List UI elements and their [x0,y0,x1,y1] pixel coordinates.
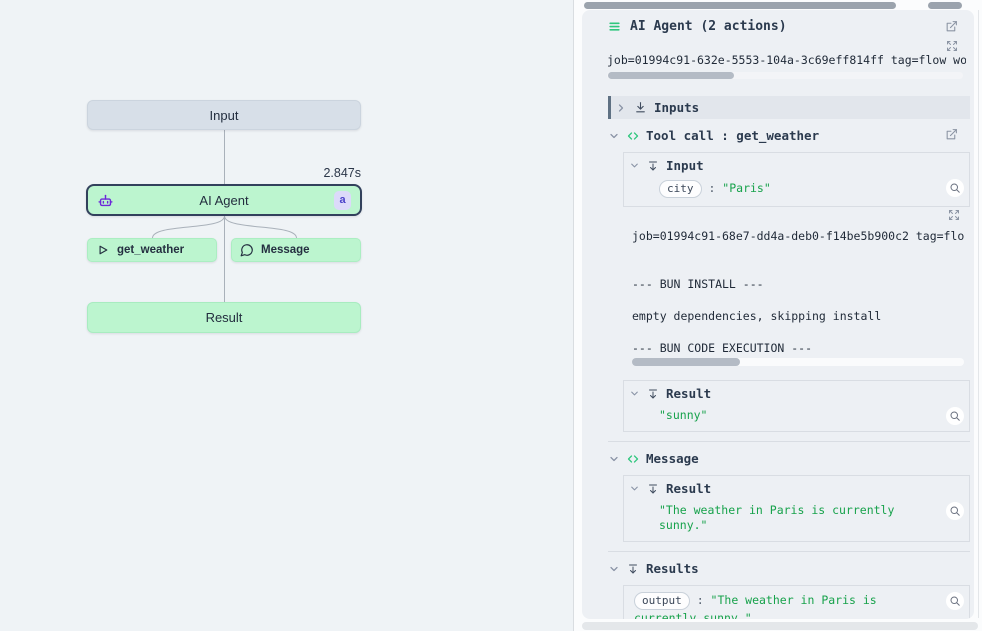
external-link-icon[interactable] [945,128,958,141]
node-ai-agent-label: AI Agent [88,193,360,208]
log-line [632,244,964,260]
agent-job-log: job=01994c91-632e-5553-104a-3c69eff814ff… [607,53,966,67]
key-pill: output [634,592,690,610]
log-line: --- BUN INSTALL --- [632,276,964,292]
expand-logs-icon[interactable] [948,209,960,221]
node-input[interactable]: Input [87,100,361,130]
chevron-down-icon [608,453,620,465]
search-icon[interactable] [946,502,964,520]
tool-input-value: "Paris" [722,181,770,195]
log-line: empty dependencies, skipping install [632,308,964,324]
panel-title: AI Agent (2 actions) [630,19,787,34]
message-result-value: "The weather in Paris is currently sunny… [659,503,894,532]
tool-result-row: "sunny" [624,403,969,431]
external-link-icon[interactable] [945,20,958,33]
robot-icon [97,192,114,209]
right-scroll-gutter [978,10,979,618]
section-divider [608,551,970,552]
log-line: job=01994c91-68e7-dd4a-deb0-f14be5b900c2… [632,228,964,244]
section-divider [608,441,970,442]
results-box: output : "The weather in Paris is curren… [623,585,970,619]
arrow-down-from-line-icon [647,483,659,495]
results-output-row: output : "The weather in Paris is curren… [624,586,969,619]
results-section-title: Results [646,561,699,576]
log-line [632,292,964,308]
flow-canvas[interactable]: Input 2.847s AI Agent a get_weather Mess… [0,0,574,631]
top-scrollbar-thumb[interactable] [584,2,896,9]
inputs-section-label: Inputs [654,100,699,115]
arrow-down-from-line-icon [647,388,659,400]
message-bubble-icon [240,243,254,257]
log-line [632,260,964,276]
tool-result-value: "sunny" [659,408,707,422]
search-icon[interactable] [946,179,964,197]
inputs-section-toggle[interactable]: Inputs [608,96,970,119]
tool-input-kv-row: city : "Paris" [624,175,969,206]
tool-input-box: Input city : "Paris" [623,152,970,207]
agent-actions-icon [608,20,621,33]
chevron-down-icon [608,130,620,142]
message-result-box: Result "The weather in Paris is currentl… [623,475,970,542]
run-detail-panel: AI Agent (2 actions) job=01994c91-632e-5… [582,10,974,619]
node-ai-agent[interactable]: AI Agent a [86,184,362,216]
chevron-down-icon [629,483,640,494]
tool-call-section-body: Input city : "Paris" job=01994c91-68e7-d… [623,152,970,432]
message-section-toggle[interactable]: Message [608,448,970,469]
log-scrollbar[interactable] [607,72,963,79]
tool-job-log: job=01994c91-68e7-dd4a-deb0-f14be5b900c2… [623,221,970,356]
log-scrollbar[interactable] [632,358,964,366]
code-icon [627,453,639,465]
arrow-down-to-line-icon [634,101,647,114]
results-section-toggle[interactable]: Results [608,558,970,579]
chevron-down-icon [629,160,640,171]
expand-logs-icon[interactable] [946,39,958,52]
log-line [632,324,964,340]
tool-call-section-title: Tool call : get_weather [646,128,819,143]
key-pill: city [659,180,702,198]
chevron-right-icon [615,102,627,114]
log-line: --- BUN CODE EXECUTION --- [632,340,964,356]
tool-result-toggle[interactable]: Result [624,381,969,403]
tool-result-label: Result [666,386,711,401]
tool-input-toggle[interactable]: Input [624,153,969,175]
code-icon [627,130,639,142]
log-scrollbar-thumb[interactable] [632,358,740,366]
message-section-body: Result "The weather in Paris is currentl… [623,475,970,542]
results-section-body: output : "The weather in Paris is curren… [623,585,970,619]
node-result[interactable]: Result [87,302,361,333]
search-icon[interactable] [946,592,964,610]
node-get-weather-label: get_weather [117,244,184,256]
tool-result-box: Result "sunny" [623,380,970,432]
bottom-scrollbar-track[interactable] [582,622,978,630]
chevron-down-icon [629,388,640,399]
play-icon [96,243,110,257]
arrow-down-from-line-icon [627,563,639,575]
chevron-down-icon [608,563,620,575]
node-result-label: Result [206,310,243,325]
tool-call-section-toggle[interactable]: Tool call : get_weather [608,125,970,146]
node-get-weather[interactable]: get_weather [87,238,217,262]
node-message-label: Message [261,244,310,256]
top-scrollbar-thumb-2[interactable] [928,2,962,9]
panel-header: AI Agent (2 actions) [582,10,974,34]
arrow-down-from-line-icon [647,160,659,172]
search-icon[interactable] [946,407,964,425]
node-input-label: Input [210,108,239,123]
ai-agent-duration: 2.847s [240,166,361,180]
node-message[interactable]: Message [231,238,361,262]
message-result-toggle[interactable]: Result [624,476,969,498]
log-scrollbar-thumb[interactable] [608,72,734,79]
message-section-title: Message [646,451,699,466]
message-result-row: "The weather in Paris is currently sunny… [624,498,969,541]
message-result-label: Result [666,481,711,496]
tool-input-label: Input [666,158,704,173]
agent-badge: a [334,191,351,210]
